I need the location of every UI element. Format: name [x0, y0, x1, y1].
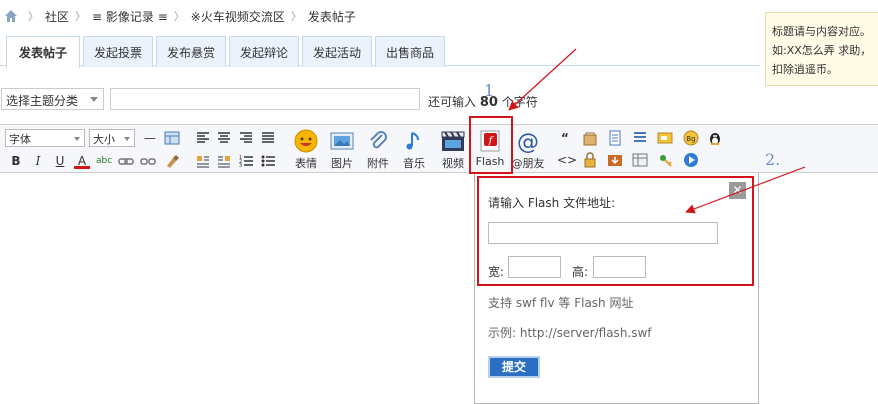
svg-text:3: 3: [239, 163, 242, 169]
breadcrumb-train-video-forum[interactable]: ※火车视频交流区: [191, 8, 285, 25]
tab-sell[interactable]: 出售商品: [375, 36, 445, 67]
video-label: 视频: [442, 157, 464, 170]
index-icon[interactable]: [632, 130, 648, 146]
music-label: 音乐: [403, 157, 425, 170]
image-icon: [330, 132, 354, 150]
chevron-right-icon: 〉: [290, 10, 302, 23]
subject-row: 选择主题分类 还可输入 80 个字符: [0, 88, 760, 112]
float-left-icon[interactable]: [195, 153, 211, 169]
topic-category-select[interactable]: 选择主题分类: [1, 88, 104, 110]
flash-submit-button[interactable]: 提交: [488, 356, 540, 378]
spell-check-icon[interactable]: abc: [96, 153, 112, 169]
underline-icon[interactable]: U: [52, 153, 68, 169]
bold-icon[interactable]: B: [8, 153, 24, 169]
table-icon[interactable]: [164, 130, 180, 146]
tip-line: 标题请与内容对应。: [772, 25, 871, 38]
video-button[interactable]: 视频: [435, 129, 471, 171]
tip-line: 扣除逍遥币。: [772, 63, 838, 76]
breadcrumb-video-records[interactable]: ≡ 影像记录 ≡: [92, 8, 168, 25]
italic-icon[interactable]: I: [30, 153, 46, 169]
tab-debate[interactable]: 发起辩论: [229, 36, 299, 67]
posting-tip-box: 标题请与内容对应。 如:XX怎么弄 求助， 扣除逍遥币。: [765, 12, 878, 86]
lock-icon[interactable]: [582, 152, 598, 168]
mention-friend-button[interactable]: @ @朋友: [510, 129, 546, 171]
horizontal-rule-icon[interactable]: —: [142, 130, 158, 146]
remain-prefix: 还可输入: [428, 95, 477, 109]
svg-text:@: @: [517, 130, 539, 153]
user-key-icon[interactable]: [657, 152, 673, 168]
tab-poll[interactable]: 发起投票: [83, 36, 153, 67]
clear-format-icon[interactable]: [164, 153, 180, 169]
ordered-list-icon[interactable]: 123: [238, 153, 254, 169]
image-label: 图片: [331, 157, 353, 170]
chevron-right-icon: 〉: [28, 10, 39, 23]
editor-toolbar: 字体 大小 — B I U A abc 123 表情 图片 附件 音乐 视频 f: [0, 124, 878, 173]
image-button[interactable]: 图片: [324, 129, 360, 171]
annotation-box-flash-button: [469, 116, 513, 174]
flash-example-note: 示例: http://server/flash.swf: [488, 326, 652, 340]
post-type-tabs: 发表帖子 发起投票 发布悬赏 发起辩论 发起活动 出售商品: [0, 34, 760, 68]
background-music-icon[interactable]: Bg: [683, 130, 699, 146]
breadcrumb: 〉 社区 〉 ≡ 影像记录 ≡ 〉 ※火车视频交流区 〉 发表帖子: [0, 0, 760, 32]
title-input[interactable]: [110, 88, 420, 110]
chevron-down-icon: [90, 97, 98, 102]
chevron-right-icon: 〉: [173, 10, 185, 23]
smiley-icon: [294, 129, 318, 153]
align-left-icon[interactable]: [195, 130, 211, 146]
annotation-box-flash-form: [477, 176, 754, 286]
font-size-select[interactable]: 大小: [89, 129, 135, 147]
align-center-icon[interactable]: [216, 130, 232, 146]
float-right-icon[interactable]: [216, 153, 232, 169]
tip-line: 如:XX怎么弄 求助，: [772, 44, 872, 57]
attachment-button[interactable]: 附件: [360, 129, 396, 171]
font-color-icon[interactable]: A: [74, 153, 90, 169]
emoticon-button[interactable]: 表情: [288, 129, 324, 171]
qq-penguin-icon[interactable]: [707, 130, 723, 146]
breadcrumb-community[interactable]: 社区: [45, 8, 69, 25]
remain-suffix: 个字符: [501, 95, 538, 109]
tab-reward[interactable]: 发布悬赏: [156, 36, 226, 67]
chevron-right-icon: 〉: [75, 10, 87, 23]
font-family-value: 字体: [9, 133, 31, 146]
topic-category-value: 选择主题分类: [6, 94, 79, 108]
free-content-icon[interactable]: [582, 130, 598, 146]
mention-friend-label: @朋友: [511, 157, 545, 170]
chevron-down-icon: [74, 137, 80, 141]
tab-activity[interactable]: 发起活动: [302, 36, 372, 67]
align-right-icon[interactable]: [238, 130, 254, 146]
svg-text:Bg: Bg: [686, 135, 695, 143]
font-family-select[interactable]: 字体: [5, 129, 85, 147]
unordered-list-icon[interactable]: [260, 153, 276, 169]
at-sign-icon: @: [517, 130, 539, 153]
code-icon[interactable]: <>: [557, 152, 577, 168]
music-note-icon: [406, 132, 419, 150]
clapperboard-icon: [441, 131, 465, 151]
play-icon[interactable]: [683, 152, 699, 168]
link-icon[interactable]: [118, 153, 134, 169]
breadcrumb-current: 发表帖子: [307, 9, 356, 24]
download-icon[interactable]: [607, 152, 623, 168]
page-icon[interactable]: [607, 130, 623, 146]
emoticon-label: 表情: [295, 157, 317, 170]
remaining-chars: 还可输入 80 个字符: [428, 93, 538, 110]
text-box-icon[interactable]: [657, 130, 673, 146]
tab-new-post[interactable]: 发表帖子: [6, 36, 80, 68]
flash-support-note: 支持 swf flv 等 Flash 网址: [488, 296, 634, 310]
annotation-label-1: 1: [484, 81, 495, 100]
attachment-label: 附件: [367, 157, 389, 170]
paperclip-icon: [370, 131, 387, 149]
justify-icon[interactable]: [260, 130, 276, 146]
tab-table-icon[interactable]: [632, 152, 648, 168]
chevron-down-icon: [124, 137, 130, 141]
annotation-label-2: 2.: [765, 150, 781, 169]
font-size-value: 大小: [93, 133, 115, 146]
unlink-icon[interactable]: [140, 153, 156, 169]
quote-icon[interactable]: “: [557, 130, 573, 146]
home-icon[interactable]: [4, 9, 18, 23]
music-button[interactable]: 音乐: [396, 129, 432, 171]
